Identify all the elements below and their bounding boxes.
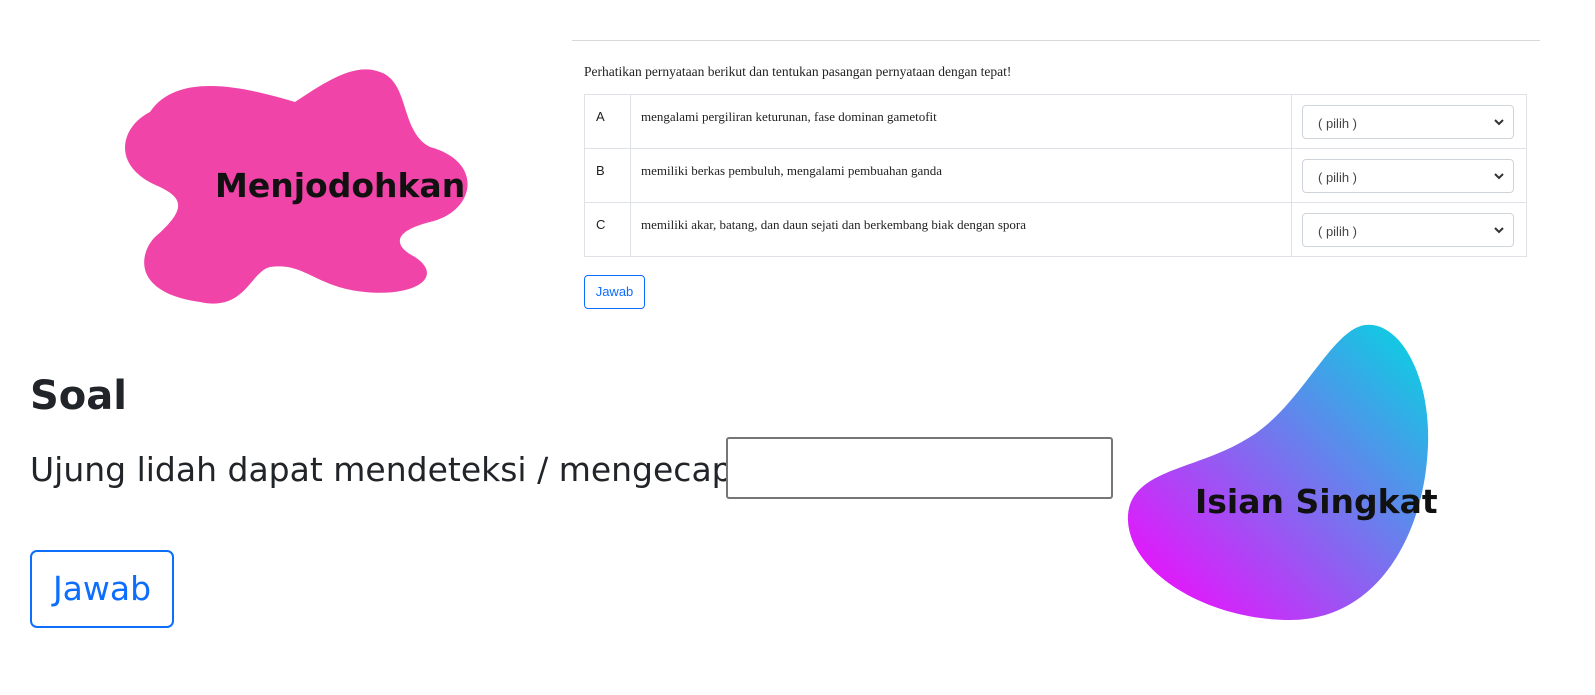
table-row: B memiliki berkas pembuluh, mengalami pe… xyxy=(584,148,1527,203)
chevron-down-icon xyxy=(1494,173,1504,180)
matching-table: A mengalami pergiliran keturunan, fase d… xyxy=(584,94,1527,257)
select-value: ( pilih ) xyxy=(1318,224,1358,239)
answer-select-b[interactable]: ( pilih ) xyxy=(1302,159,1514,193)
select-value: ( pilih ) xyxy=(1318,170,1358,185)
table-row: C memiliki akar, batang, dan daun sejati… xyxy=(584,202,1527,257)
select-value: ( pilih ) xyxy=(1318,116,1358,131)
row-letter: B xyxy=(584,148,631,203)
question-text: Ujung lidah dapat mendeteksi / mengecap … xyxy=(30,450,815,489)
menjodohkan-label: Menjodohkan xyxy=(215,166,466,205)
matching-instruction: Perhatikan pernyataan berikut dan tentuk… xyxy=(584,64,1012,79)
table-row: A mengalami pergiliran keturunan, fase d… xyxy=(584,94,1527,149)
chevron-down-icon xyxy=(1494,119,1504,126)
divider xyxy=(572,40,1540,41)
matching-submit-button[interactable]: Jawab xyxy=(584,275,645,309)
question-heading: Soal xyxy=(30,373,127,419)
chevron-down-icon xyxy=(1494,227,1504,234)
row-letter: C xyxy=(584,202,631,257)
isian-singkat-label: Isian Singkat xyxy=(1195,482,1438,521)
row-statement: mengalami pergiliran keturunan, fase dom… xyxy=(630,94,1292,149)
row-letter: A xyxy=(584,94,631,149)
row-statement: memiliki berkas pembuluh, mengalami pemb… xyxy=(630,148,1292,203)
answer-select-a[interactable]: ( pilih ) xyxy=(1302,105,1514,139)
answer-select-c[interactable]: ( pilih ) xyxy=(1302,213,1514,247)
short-answer-submit-button[interactable]: Jawab xyxy=(30,550,174,628)
row-statement: memiliki akar, batang, dan daun sejati d… xyxy=(630,202,1292,257)
answer-input[interactable] xyxy=(726,437,1113,499)
isian-singkat-blob xyxy=(1127,324,1429,620)
